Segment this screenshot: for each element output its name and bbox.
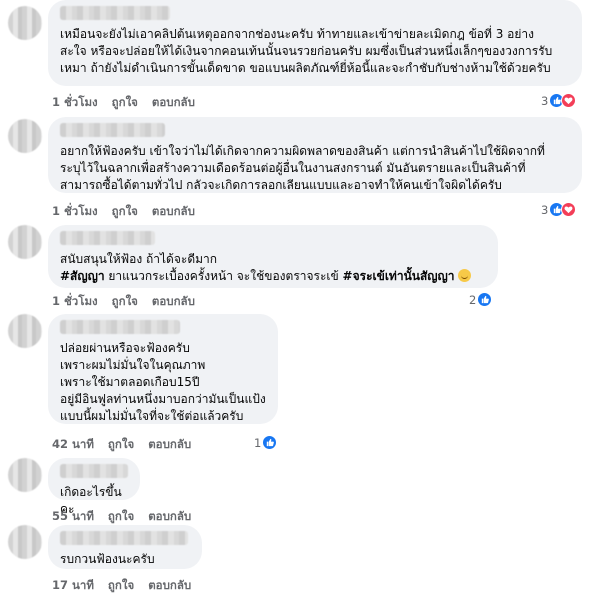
like-button[interactable]: ถูกใจ bbox=[112, 293, 138, 311]
comment-text: ปล่อยผ่านหรือจะฟ้องครับ เพราะผมไม่มั่นใจ… bbox=[60, 341, 266, 423]
comment-timestamp[interactable]: 17 นาที bbox=[52, 577, 94, 595]
comment-actions: 17 นาที ถูกใจ ตอบกลับ bbox=[52, 577, 191, 595]
like-button[interactable]: ถูกใจ bbox=[108, 436, 134, 454]
avatar[interactable] bbox=[8, 525, 42, 559]
comment-timestamp[interactable]: 1 ชั่วโมง bbox=[52, 203, 98, 221]
reaction-count: 3 bbox=[541, 93, 549, 108]
love-reaction-icon bbox=[561, 93, 577, 108]
avatar[interactable] bbox=[8, 458, 42, 492]
reaction-summary[interactable]: 1 bbox=[254, 435, 278, 450]
like-button[interactable]: ถูกใจ bbox=[108, 508, 134, 526]
reaction-summary[interactable]: 3 bbox=[541, 93, 577, 108]
reply-button[interactable]: ตอบกลับ bbox=[152, 203, 195, 221]
comment-bubble: อยากให้ฟ้องครับ เข้าใจว่าไม่ได้เกิดจากคว… bbox=[48, 117, 582, 193]
smiling-face-icon bbox=[458, 269, 472, 282]
like-reaction-icon bbox=[262, 435, 278, 450]
comment-text: เหมือนจะยังไม่เอาคลิปต้นเหตุออกจากช่องนะ… bbox=[60, 27, 553, 75]
avatar[interactable] bbox=[8, 225, 42, 259]
comment-line: สนับสนุนให้ฟ้อง ถ้าได้จะดีมาก bbox=[60, 252, 218, 266]
reaction-count: 3 bbox=[541, 202, 549, 217]
reply-button[interactable]: ตอบกลับ bbox=[148, 508, 191, 526]
comment-text: สนับสนุนให้ฟ้อง ถ้าได้จะดีมาก #สัญญา ยาแน… bbox=[60, 251, 486, 285]
avatar[interactable] bbox=[8, 119, 42, 153]
comment-timestamp[interactable]: 55 นาที bbox=[52, 508, 94, 526]
comment-bubble: สนับสนุนให้ฟ้อง ถ้าได้จะดีมาก #สัญญา ยาแน… bbox=[48, 225, 498, 288]
comment-bubble: รบกวนฟ้องนะครับ bbox=[48, 525, 202, 569]
commenter-name[interactable] bbox=[60, 6, 170, 20]
like-button[interactable]: ถูกใจ bbox=[112, 94, 138, 112]
comment-actions: 42 นาที ถูกใจ ตอบกลับ bbox=[52, 436, 191, 454]
avatar[interactable] bbox=[8, 6, 42, 40]
love-reaction-icon bbox=[561, 202, 577, 217]
hashtag-link[interactable]: #สัญญา bbox=[60, 269, 105, 283]
comment-timestamp[interactable]: 42 นาที bbox=[52, 436, 94, 454]
comment-actions: 1 ชั่วโมง ถูกใจ ตอบกลับ bbox=[52, 94, 195, 112]
reply-button[interactable]: ตอบกลับ bbox=[148, 436, 191, 454]
avatar[interactable] bbox=[8, 314, 42, 348]
reaction-summary[interactable]: 3 bbox=[541, 202, 577, 217]
comment-timestamp[interactable]: 1 ชั่วโมง bbox=[52, 94, 98, 112]
reaction-count: 2 bbox=[469, 292, 477, 307]
reply-button[interactable]: ตอบกลับ bbox=[148, 577, 191, 595]
like-button[interactable]: ถูกใจ bbox=[108, 577, 134, 595]
comment-timestamp[interactable]: 1 ชั่วโมง bbox=[52, 293, 98, 311]
comment-bubble: ปล่อยผ่านหรือจะฟ้องครับ เพราะผมไม่มั่นใจ… bbox=[48, 314, 278, 424]
commenter-name[interactable] bbox=[60, 320, 180, 334]
like-button[interactable]: ถูกใจ bbox=[112, 203, 138, 221]
comment-bubble: เหมือนจะยังไม่เอาคลิปต้นเหตุออกจากช่องนะ… bbox=[48, 0, 582, 86]
commenter-name[interactable] bbox=[60, 531, 188, 545]
comment-actions: 1 ชั่วโมง ถูกใจ ตอบกลับ bbox=[52, 293, 195, 311]
reply-button[interactable]: ตอบกลับ bbox=[152, 293, 195, 311]
reaction-summary[interactable]: 2 bbox=[469, 292, 493, 307]
hashtag-link[interactable]: #จระเข้เท่านั้นสัญญา bbox=[343, 269, 455, 283]
like-reaction-icon bbox=[477, 292, 493, 307]
comment-actions: 55 นาที ถูกใจ ตอบกลับ bbox=[52, 508, 191, 526]
reaction-count: 1 bbox=[254, 435, 262, 450]
reply-button[interactable]: ตอบกลับ bbox=[152, 94, 195, 112]
commenter-name[interactable] bbox=[60, 123, 165, 137]
comment-line: ยาแนวกระเบื้องครั้งหน้า จะใช้ของตราจระเข… bbox=[104, 269, 343, 283]
comment-bubble: เกิดอะไรขึ้นคะ bbox=[48, 458, 140, 516]
commenter-name[interactable] bbox=[60, 464, 128, 478]
comment-text: รบกวนฟ้องนะครับ bbox=[60, 552, 155, 566]
commenter-name[interactable] bbox=[60, 231, 155, 245]
comment-text: อยากให้ฟ้องครับ เข้าใจว่าไม่ได้เกิดจากคว… bbox=[60, 144, 545, 192]
comment-actions: 1 ชั่วโมง ถูกใจ ตอบกลับ bbox=[52, 203, 195, 221]
